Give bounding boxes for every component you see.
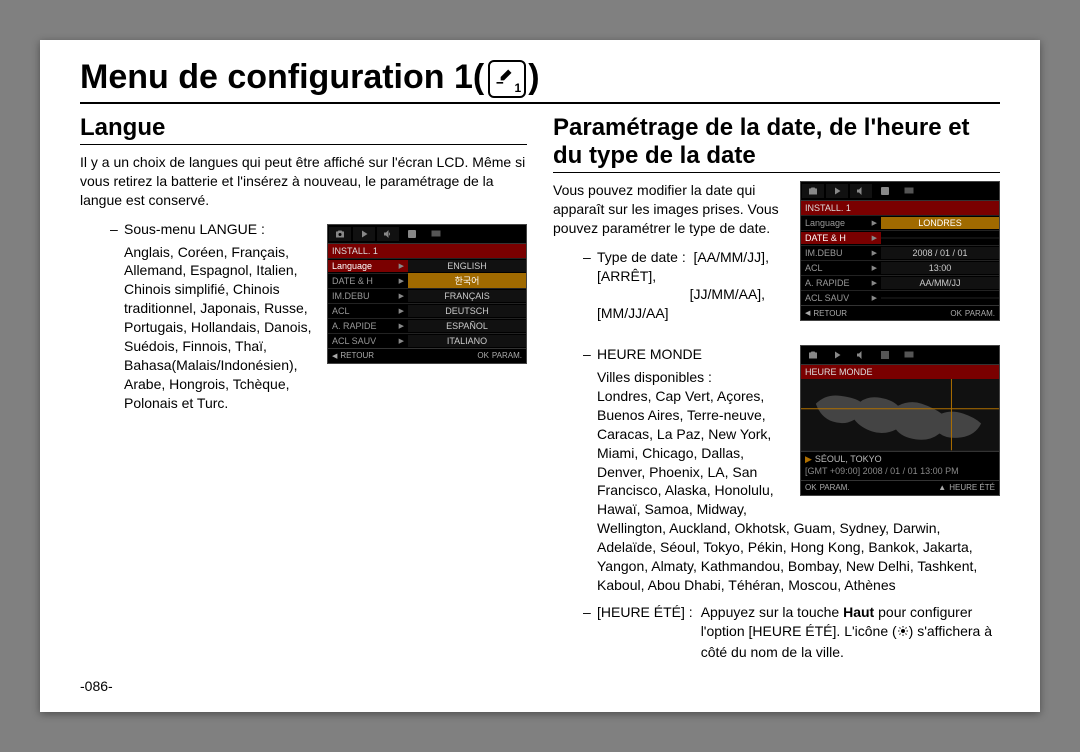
lcd-foot-ok: OK [477,351,489,360]
heading-langue: Langue [80,114,527,142]
submenu-langue-label: Sous-menu LANGUE : [110,220,317,239]
lcd-row1-r: 한국어 [408,273,526,288]
lcd-row4-l: A. RAPIDE [332,321,377,331]
page-number: -086- [80,678,113,694]
tab-camera-icon [802,184,824,198]
heure-ete-b1: Appuyez sur la touche [701,604,843,620]
heure-monde-label: HEURE MONDE [583,345,1000,364]
type-date-l2: [JJ/MM/AA], [MM/JJ/AA] [597,286,765,321]
triangle-up-icon: ▲ [938,483,946,492]
world-foot-dst: HEURE ÉTÉ [949,483,995,492]
page-title-close: ) [528,58,539,96]
heading-date: Paramétrage de la date, de l'heure et du… [553,114,1000,170]
triangle-left-icon: ◀ [332,352,337,360]
lcd-row3-r: DEUTSCH [408,305,526,317]
lcd-foot-param: PARAM. [492,351,522,360]
title-rule [80,102,1000,104]
langue-intro: Il y a un choix de langues qui peut être… [80,153,527,210]
setup1-icon: 1 [488,60,526,98]
lcd-tabs [328,225,526,244]
tab-setup-icon [874,184,896,198]
lcd-row5-l: ACL SAUV [332,336,376,346]
world-header: HEURE MONDE [801,365,999,379]
lcd-foot-retour: RETOUR [340,351,374,360]
page-title-text: Menu de configuration 1( [80,58,484,96]
col-langue: Langue Il y a un choix de langues qui pe… [80,114,527,662]
lcd-row4-r: ESPAÑOL [408,320,526,332]
type-date-item: Type de date : [AA/MM/JJ], [ARRÊT], Type… [583,248,1000,324]
lcd-row0-l: Language [332,261,372,271]
world-city: SÉOUL, TOKYO [815,454,882,464]
world-info: ▶SÉOUL, TOKYO [GMT +09:00] 2008 / 01 / 0… [801,451,999,479]
page-title-row: Menu de configuration 1(1) [80,58,1000,100]
lcd-row2-r: FRANÇAIS [408,290,526,302]
tab-play-icon [826,184,848,198]
tab-play-icon [353,227,375,241]
lcd-row1-l: DATE & H [332,276,373,286]
world-map [801,379,999,451]
tab-display-icon [425,227,447,241]
lcd-world: HEURE MONDE ▶SÉOUL, TOKYO [GMT +09:00] 2… [800,345,1000,495]
world-gmt: [GMT +09:00] 2008 / 01 / 01 13:00 PM [805,466,995,478]
villes-body2: Adelaïde, Séoul, Tokyo, Pékin, Hong Kong… [583,538,1000,595]
date-rule [553,172,1000,173]
lcd-row5-r: ITALIANO [408,335,526,347]
world-foot-param: PARAM. [820,483,850,492]
lcd2-row0-l: Language [805,218,845,228]
heure-ete-item: [HEURE ÉTÉ] : Appuyez sur la touche Haut… [553,603,1000,662]
type-date-label: Type de date : [597,249,686,265]
langue-rule [80,144,527,145]
heure-ete-body: Appuyez sur la touche Haut pour configur… [701,603,1000,662]
col-date: Paramétrage de la date, de l'heure et du… [553,114,1000,662]
submenu-langue-body: Anglais, Coréen, Français, Allemand, Esp… [110,243,317,413]
lcd-langue: INSTALL. 1 Language▶ENGLISH DATE & H▶한국어… [327,224,527,364]
sun-icon [897,623,909,643]
tab-display-icon [898,184,920,198]
lcd-row0-r: ENGLISH [408,260,526,272]
lcd2-row0-r: LONDRES [881,217,999,229]
lcd-header: INSTALL. 1 [328,244,526,258]
heure-ete-label: [HEURE ÉTÉ] : [583,603,701,662]
tab-sound-icon [850,184,872,198]
page-title: Menu de configuration 1(1) [80,58,546,100]
lcd-row3-l: ACL [332,306,350,316]
lcd2-header: INSTALL. 1 [801,201,999,215]
triangle-right-icon: ▶ [805,454,812,464]
lcd2-row1-l: DATE & H [805,233,846,243]
tab-camera-icon [329,227,351,241]
tab-setup-icon [401,227,423,241]
lcd-row2-l: IM.DEBU [332,291,370,301]
heure-ete-bold: Haut [843,604,874,620]
tab-sound-icon [377,227,399,241]
lcd2-row1-r [881,237,999,239]
world-foot-ok: OK [805,483,817,492]
